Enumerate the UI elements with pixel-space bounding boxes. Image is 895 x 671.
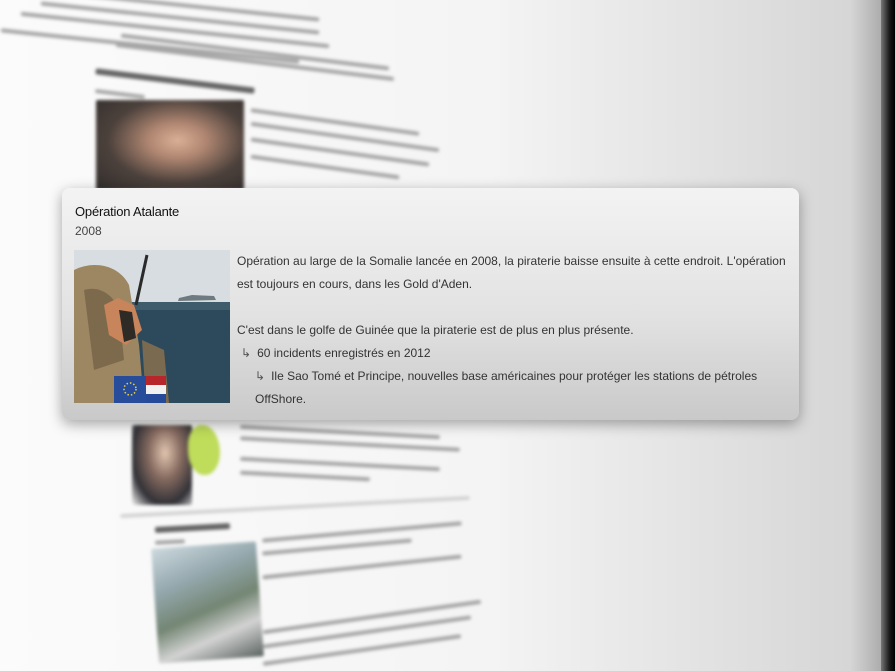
card-body: Opération au large de la Somalie lancée … <box>237 250 792 411</box>
africa-map-photo <box>188 425 220 475</box>
ship-deck-photo <box>151 541 264 664</box>
sub-item: ↳ Ile Sao Tomé et Principe, nouvelles bas… <box>237 365 792 411</box>
sub-item-text: 60 incidents enregistrés en 2012 <box>257 346 431 360</box>
bg-heading <box>95 68 255 94</box>
bg-text-line <box>250 108 420 136</box>
card-paragraph: C'est dans le golfe de Guinée que la pir… <box>237 323 634 337</box>
card-paragraph: Opération au large de la Somalie lancée … <box>237 254 786 291</box>
photo-drawing <box>74 250 230 403</box>
bg-text-line <box>240 456 440 472</box>
return-arrow-icon: ↳ <box>241 346 252 360</box>
soldier-on-ship-photo <box>74 250 230 403</box>
bg-text-line <box>154 539 186 545</box>
bg-text-line <box>262 521 462 543</box>
bg-text-line <box>0 28 300 64</box>
bg-heading <box>154 523 231 533</box>
portrait-photo <box>96 100 244 190</box>
bg-text-line <box>262 538 412 556</box>
sub-item: ↳ 60 incidents enregistrés en 2012 <box>237 342 792 365</box>
bg-text-line <box>250 121 440 153</box>
bg-text-line <box>262 634 462 666</box>
return-arrow-icon: ↳ <box>255 369 266 383</box>
bg-text-line <box>94 88 146 100</box>
card-year: 2008 <box>75 224 102 238</box>
bg-text-line <box>239 470 371 482</box>
card-title: Opération Atalante <box>75 204 180 219</box>
info-card: Opération Atalante 2008 Opération au lar… <box>62 188 799 420</box>
bg-text-line <box>262 554 462 580</box>
sub-item-text: Ile Sao Tomé et Principe, nouvelles base… <box>255 369 758 406</box>
person-photo <box>132 425 192 505</box>
bg-text-line <box>262 615 472 649</box>
